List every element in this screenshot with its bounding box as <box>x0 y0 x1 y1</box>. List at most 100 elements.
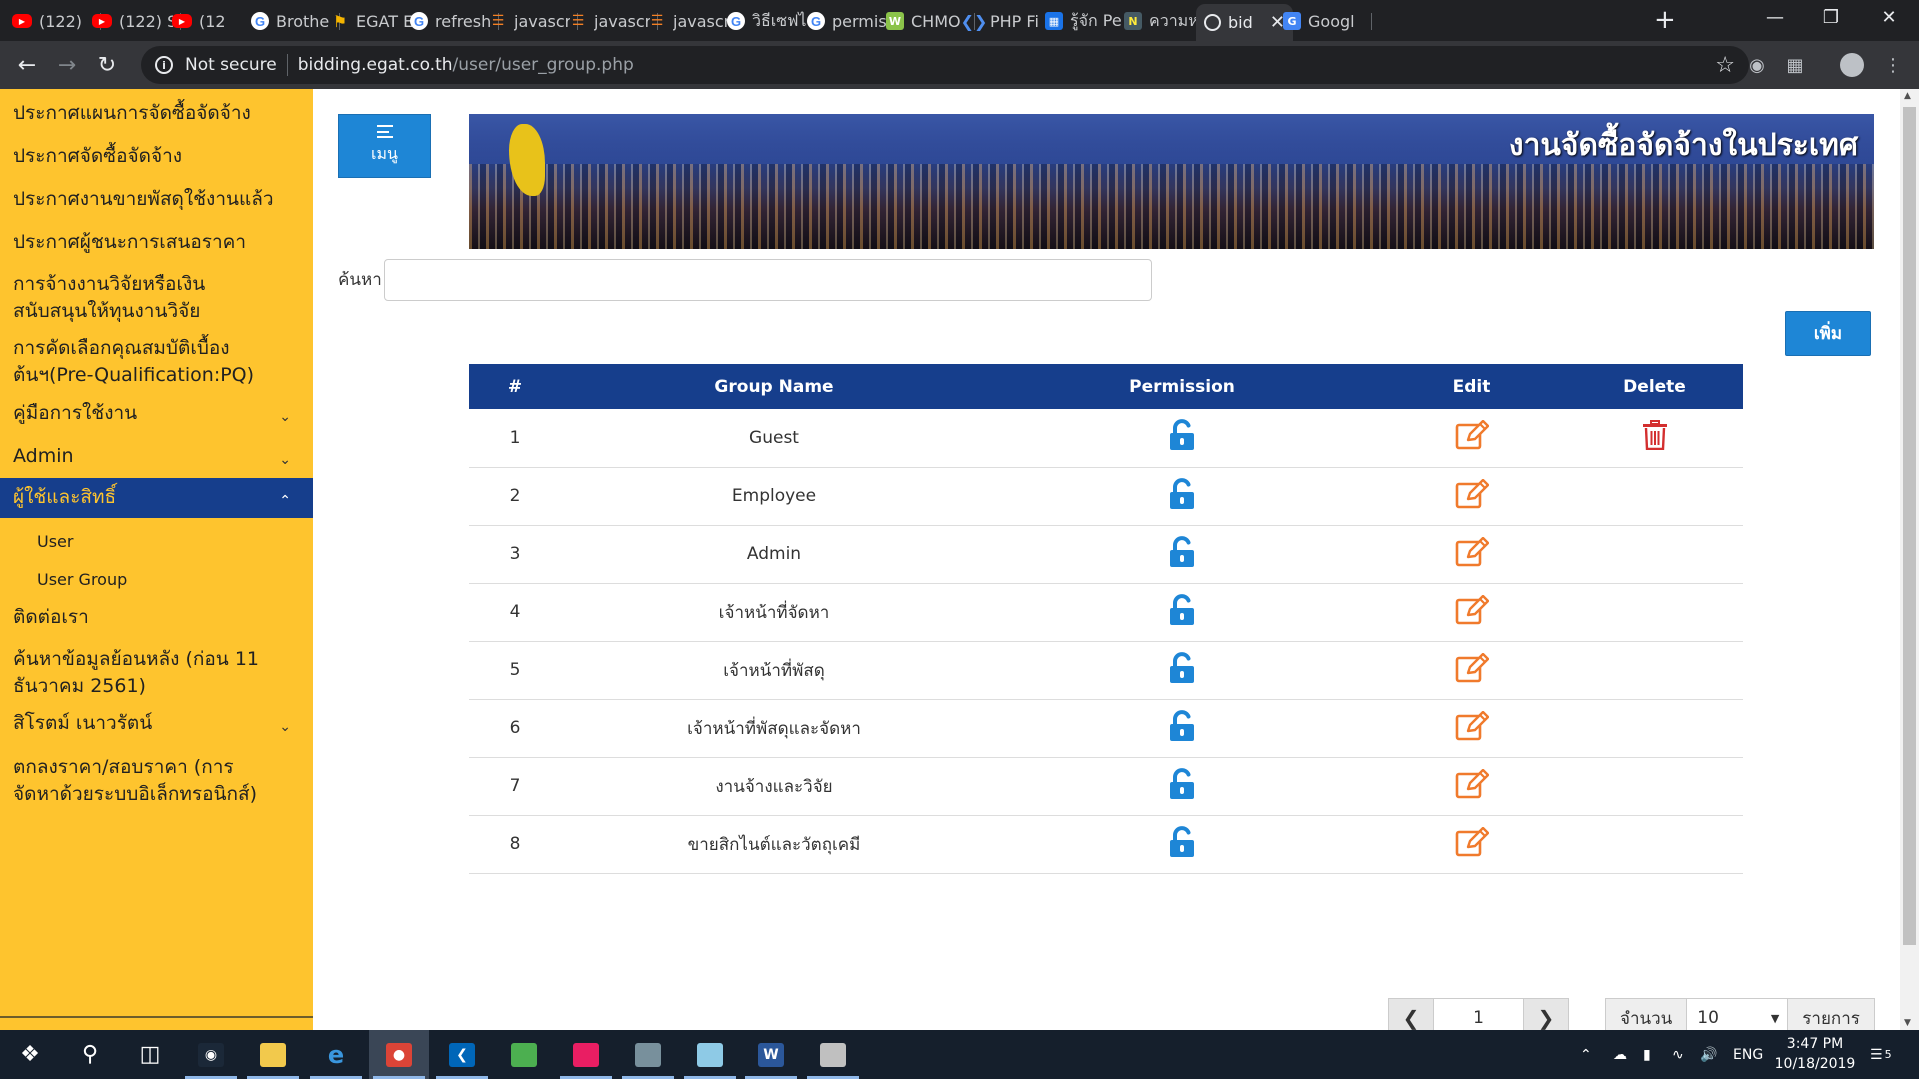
menu-button[interactable]: เมนู <box>338 114 431 178</box>
steam-icon[interactable]: ◉ <box>181 1030 241 1079</box>
info-icon[interactable]: i <box>155 56 173 74</box>
reload-icon: ↻ <box>97 52 117 78</box>
unlock-icon[interactable] <box>1168 593 1196 631</box>
sidebar-subitem[interactable]: User Group <box>0 566 313 596</box>
unlock-icon[interactable] <box>1168 419 1196 456</box>
notifications-button[interactable]: ☰ 5 <box>1870 1030 1892 1079</box>
per-page-select[interactable]: 10 ▼ <box>1687 998 1788 1030</box>
table-row: 6 เจ้าหน้าที่พัสดุและจัดหา <box>469 699 1743 758</box>
chevron-right-icon: ❯ <box>1537 1006 1555 1030</box>
page-viewport: ประกาศแผนการจัดซื้อจัดจ้างประกาศจัดซื้อจ… <box>0 89 1900 1030</box>
sidebar-item[interactable]: สิโรตม์ เนาวรัตน์ ⌄ <box>0 710 313 744</box>
paint-icon[interactable] <box>803 1030 863 1079</box>
wifi-icon[interactable]: ∿ <box>1672 1030 1684 1079</box>
unlock-icon[interactable] <box>1168 767 1196 805</box>
delete-cell <box>1566 467 1743 526</box>
app-icon[interactable] <box>556 1030 616 1079</box>
tab-title: bid <box>1228 13 1253 32</box>
start-icon[interactable]: ❖ <box>0 1030 60 1079</box>
address-bar[interactable]: i Not secure bidding.egat.co.th/user/use… <box>141 46 1749 84</box>
php-icon: ❮❯ <box>960 11 988 31</box>
scrollbar-thumb[interactable] <box>1903 107 1916 945</box>
task-view-icon[interactable]: ◫ <box>120 1030 180 1079</box>
unlock-icon[interactable] <box>1168 709 1196 747</box>
edit-icon[interactable] <box>1455 536 1489 572</box>
extension-icon[interactable]: ▦ <box>1782 52 1808 78</box>
edit-icon[interactable] <box>1455 420 1489 455</box>
new-tab-button[interactable]: + <box>1654 6 1676 34</box>
search-icon[interactable]: ⚲ <box>60 1030 120 1079</box>
app-icon[interactable] <box>618 1030 678 1079</box>
delete-cell <box>1566 815 1743 874</box>
edit-icon[interactable] <box>1455 652 1489 688</box>
edit-icon[interactable] <box>1455 478 1489 514</box>
table-row: 5 เจ้าหน้าที่พัสดุ <box>469 641 1743 700</box>
unlock-icon[interactable] <box>1168 651 1196 689</box>
edit-icon[interactable] <box>1455 768 1489 804</box>
sidebar-item-label: ประกาศผู้ชนะการเสนอราคา <box>13 231 247 253</box>
trash-icon[interactable] <box>1642 420 1668 455</box>
chrome-icon[interactable]: ● <box>369 1030 429 1079</box>
sidebar-item[interactable]: คู่มือการใช้งาน ⌄ <box>0 400 313 434</box>
sidebar-item[interactable]: ประกาศแผนการจัดซื้อจัดจ้าง <box>0 100 313 134</box>
add-group-button[interactable]: เพิ่ม <box>1785 311 1871 356</box>
file-explorer-icon[interactable] <box>243 1030 303 1079</box>
per-page-unit: รายการ <box>1787 998 1875 1030</box>
sidebar-item[interactable]: ติดต่อเรา <box>0 604 313 638</box>
word-icon[interactable]: W <box>741 1030 801 1079</box>
sidebar-item[interactable]: ตกลงราคา/สอบราคา (การจัดหาด้วยระบบอิเล็ก… <box>0 754 313 810</box>
clock[interactable]: 3:47 PM 10/18/2019 <box>1770 1034 1860 1074</box>
edit-icon[interactable] <box>1455 710 1489 746</box>
sidebar-item[interactable]: ประกาศผู้ชนะการเสนอราคา <box>0 229 313 263</box>
vertical-scrollbar[interactable]: ▲ ▼ <box>1900 89 1919 1030</box>
reload-button[interactable]: ↻ <box>92 50 122 80</box>
sidebar-item[interactable]: การคัดเลือกคุณสมบัติเบื้องต้นฯ(Pre-Quali… <box>0 335 313 391</box>
current-page[interactable]: 1 <box>1434 998 1523 1030</box>
minimize-button[interactable]: — <box>1747 0 1803 35</box>
battery-icon[interactable]: ▮ <box>1643 1030 1651 1079</box>
row-number: 3 <box>469 525 561 584</box>
unlock-icon[interactable] <box>1168 535 1196 573</box>
sidebar-item-label: User <box>37 532 74 551</box>
profile-avatar-icon[interactable] <box>1839 52 1865 78</box>
sidebar-item[interactable]: ค้นหาข้อมูลย้อนหลัง (ก่อน 11 ธันวาคม 256… <box>0 646 313 702</box>
sidebar-item[interactable]: ผู้ใช้และสิทธิ์ ⌃ <box>0 478 313 518</box>
onedrive-icon[interactable]: ☁ <box>1613 1030 1627 1079</box>
edit-icon[interactable] <box>1455 826 1489 862</box>
next-page-button[interactable]: ❯ <box>1523 998 1569 1030</box>
scroll-up-icon[interactable]: ▲ <box>1904 91 1911 101</box>
back-button[interactable]: ← <box>12 50 42 80</box>
news-icon: N <box>1124 12 1142 30</box>
sidebar-item[interactable]: การจ้างงานวิจัยหรือเงินสนับสนุนให้ทุนงาน… <box>0 271 313 327</box>
prev-page-button[interactable]: ❮ <box>1388 998 1434 1030</box>
column-header-group-name: Group Name <box>561 364 987 409</box>
unlock-icon[interactable] <box>1168 825 1196 863</box>
sidebar-subitem[interactable]: User <box>0 528 313 558</box>
sidebar-item-label: ค้นหาข้อมูลย้อนหลัง (ก่อน 11 ธันวาคม 256… <box>13 648 260 697</box>
egat-icon: ⚑ <box>332 11 348 31</box>
edit-icon[interactable] <box>1455 594 1489 630</box>
app-icon[interactable] <box>494 1030 554 1079</box>
search-input[interactable] <box>384 259 1152 301</box>
edit-cell <box>1377 757 1566 816</box>
sidebar-item[interactable]: ประกาศงานขายพัสดุใช้งานแล้ว <box>0 186 313 220</box>
close-window-button[interactable]: ✕ <box>1861 0 1917 35</box>
volume-icon[interactable]: 🔊 <box>1700 1030 1717 1079</box>
forward-button[interactable]: → <box>52 50 82 80</box>
browser-tab[interactable]: G Googl <box>1275 5 1372 37</box>
scroll-down-icon[interactable]: ▼ <box>1904 1018 1911 1028</box>
group-name: เจ้าหน้าที่พัสดุและจัดหา <box>561 699 987 758</box>
unlock-icon[interactable] <box>1168 477 1196 515</box>
camera-extension-icon[interactable]: ◉ <box>1744 52 1770 78</box>
row-number: 2 <box>469 467 561 526</box>
tray-chevron-icon[interactable]: ⌃ <box>1580 1030 1592 1079</box>
app-icon[interactable] <box>680 1030 740 1079</box>
vscode-icon[interactable]: ❮ <box>432 1030 492 1079</box>
language-indicator[interactable]: ENG <box>1733 1030 1763 1079</box>
edge-icon[interactable]: e <box>306 1030 366 1079</box>
kebab-menu-icon[interactable]: ⋮ <box>1880 52 1906 78</box>
restore-button[interactable]: ❐ <box>1803 0 1859 35</box>
sidebar-item[interactable]: Admin ⌄ <box>0 443 313 477</box>
sidebar-item[interactable]: ประกาศจัดซื้อจัดจ้าง <box>0 143 313 177</box>
bookmark-star-icon[interactable]: ☆ <box>1715 53 1735 78</box>
